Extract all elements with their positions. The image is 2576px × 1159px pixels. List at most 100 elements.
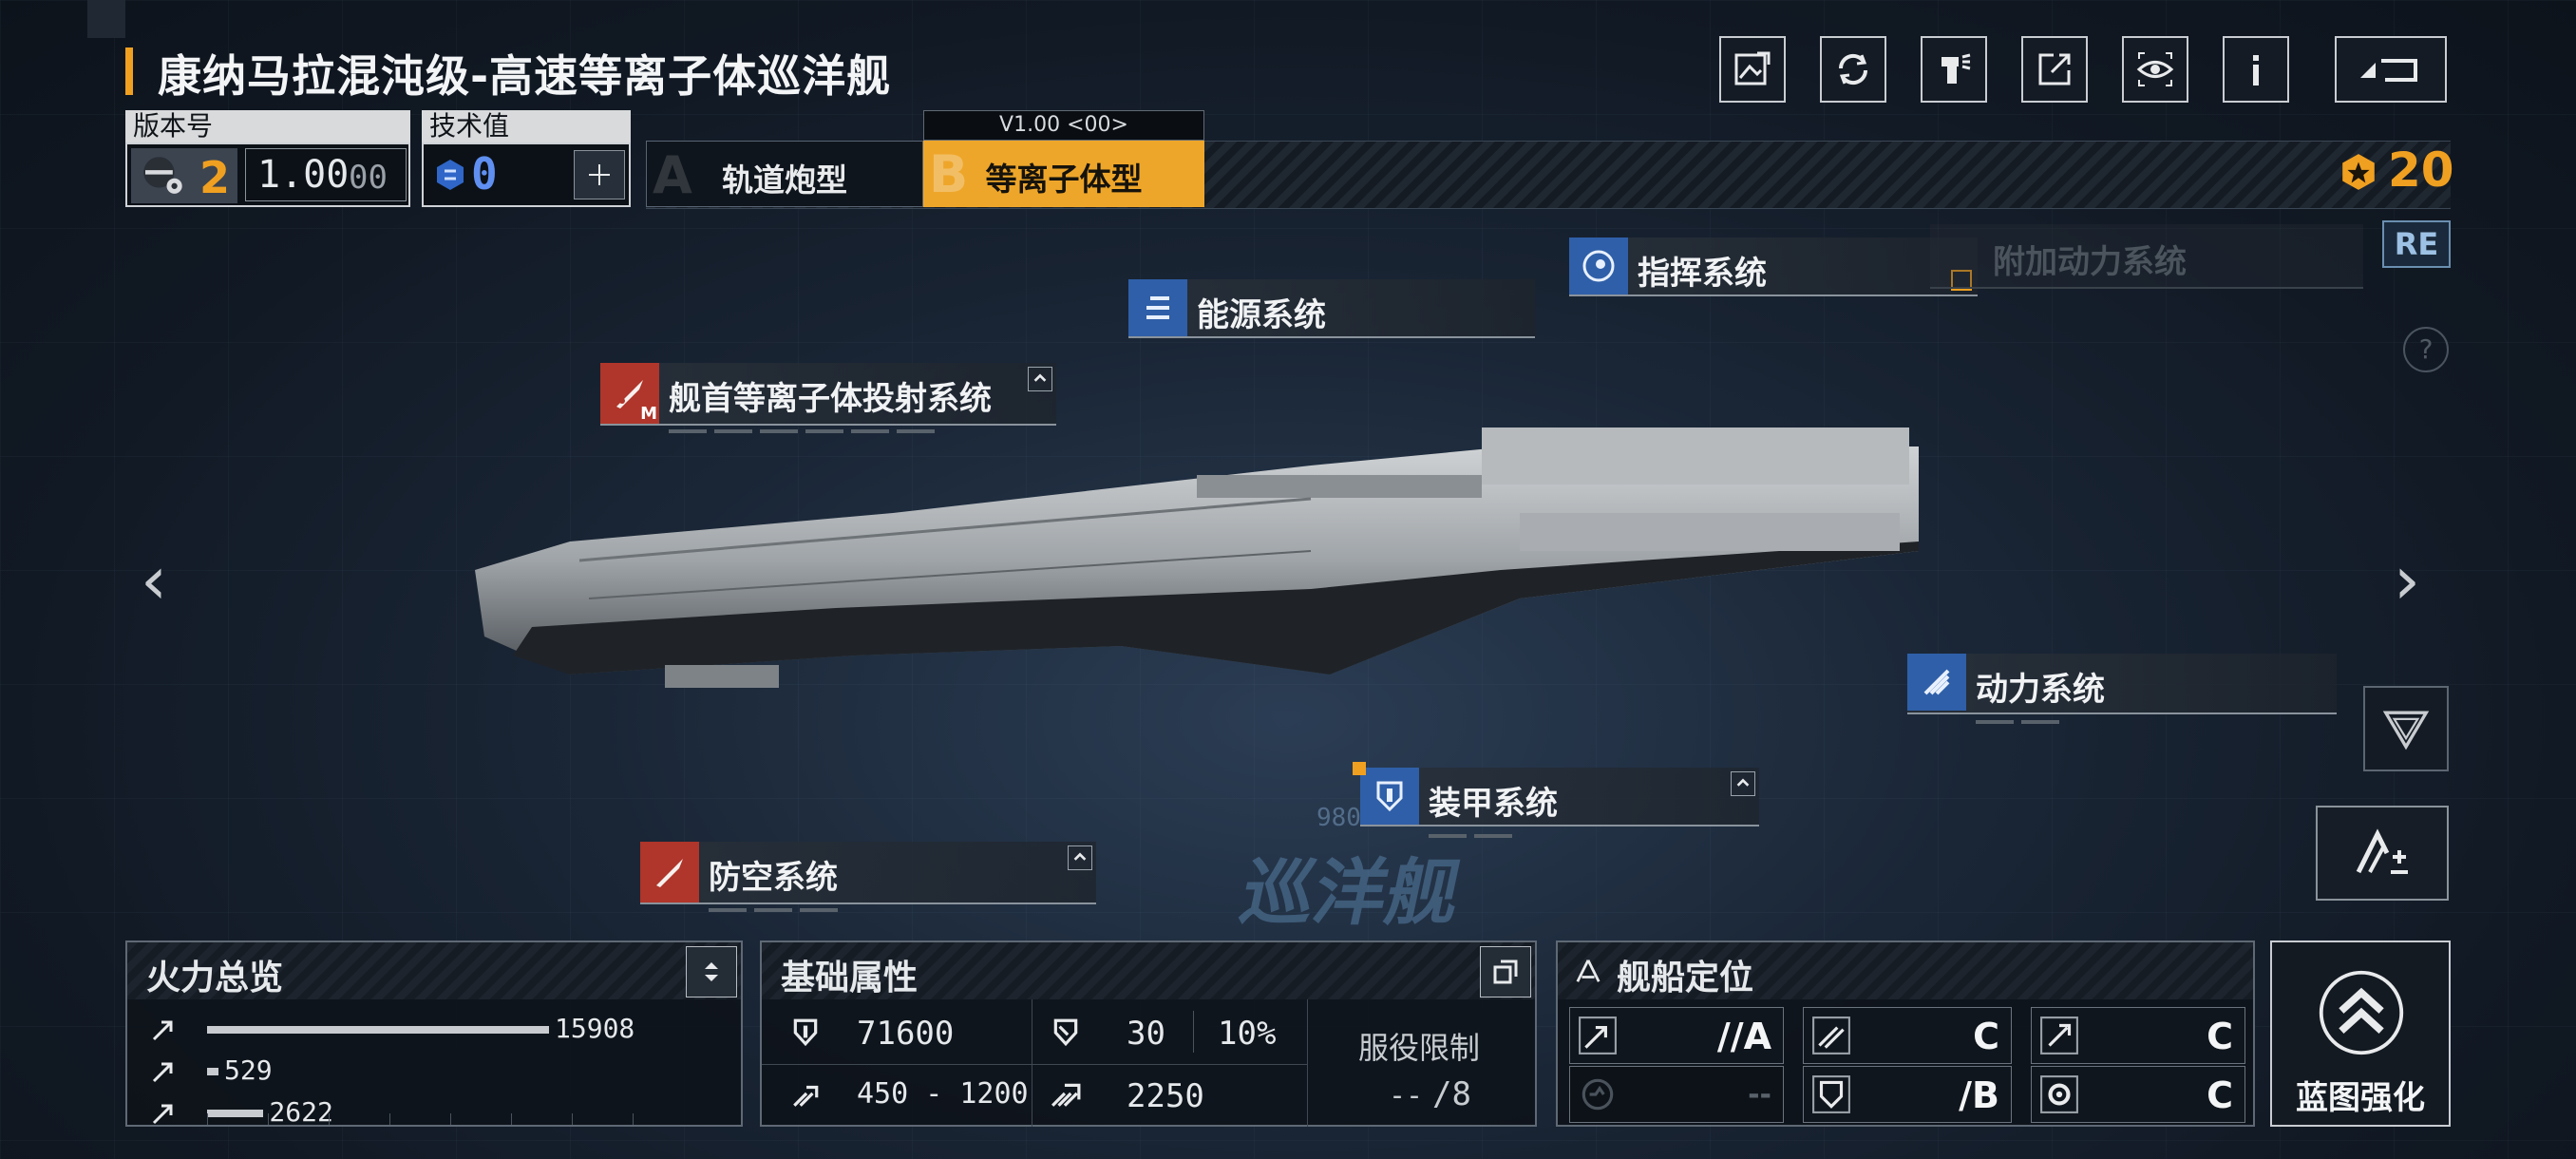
- help-button[interactable]: ?: [2403, 327, 2449, 372]
- tab-a-label: 轨道炮型: [722, 162, 847, 199]
- firepower-ruler-tick: [389, 1113, 390, 1125]
- version-box: 2 1.00 00: [125, 142, 410, 207]
- type-version-tag: V1.00 <00>: [923, 110, 1204, 141]
- corner-mark: [87, 0, 125, 38]
- system-anti-air[interactable]: 防空系统: [640, 842, 1096, 912]
- currency-icon: [2342, 154, 2375, 190]
- tab-b-label: 等离子体型: [985, 161, 1143, 198]
- warp-speed-icon: [1051, 1083, 1081, 1107]
- bow-plasma-icon: M: [600, 363, 659, 424]
- warp-value: 2250: [1127, 1077, 1204, 1115]
- version-number: 1.00 00: [245, 148, 407, 201]
- share-image-button[interactable]: [1719, 36, 1786, 103]
- support-role-icon: [1582, 1078, 1614, 1111]
- firepower-ruler-tick: [329, 1113, 330, 1125]
- anti-air-system-icon: [640, 842, 699, 902]
- power-system-label: 动力系统: [1976, 671, 2105, 709]
- double-chevron-up-icon: [2319, 970, 2404, 1055]
- role-grade-2: C: [1973, 1016, 1999, 1057]
- system-command[interactable]: 指挥系统: [1569, 238, 1978, 296]
- firepower-value: 2622: [269, 1096, 333, 1128]
- tech-chip-icon: [437, 160, 464, 190]
- tab-type-a[interactable]: A 轨道炮型: [646, 141, 923, 207]
- tech-label: 技术值: [422, 110, 631, 142]
- base-attributes-title: 基础属性: [781, 959, 919, 998]
- system-power[interactable]: 动力系统: [1907, 654, 2337, 724]
- version-sub: 00: [349, 159, 388, 197]
- command-system-label: 指挥系统: [1638, 255, 1767, 293]
- prev-ship-arrow[interactable]: ‹: [141, 542, 167, 619]
- view-button[interactable]: [2122, 36, 2188, 103]
- bow-plasma-slots: [669, 429, 935, 433]
- blueprint-upgrade-button[interactable]: 蓝图强化: [2270, 940, 2451, 1127]
- tech-add-button[interactable]: [574, 150, 625, 200]
- plus-icon: [589, 164, 610, 185]
- next-ship-arrow[interactable]: ›: [2394, 542, 2420, 619]
- bow-plasma-label: 舰首等离子体投射系统: [669, 380, 992, 418]
- expand-collapse-icon: [705, 962, 718, 981]
- tier-upgrade-button[interactable]: [2316, 806, 2449, 901]
- system-armor[interactable]: 装甲系统: [1353, 762, 1759, 838]
- armor-value: 30: [1127, 1015, 1165, 1053]
- command-system-icon: [1569, 238, 1628, 294]
- aux-power-label: 附加动力系统: [1993, 243, 2187, 281]
- export-button[interactable]: [2021, 36, 2088, 103]
- version-label: 版本号: [125, 110, 410, 142]
- speed-cell: 450 - 1200: [762, 1064, 1032, 1127]
- firepower-value: 529: [224, 1054, 273, 1086]
- system-bow-plasma[interactable]: M 舰首等离子体投射系统: [600, 363, 1056, 433]
- armor-value-icon: [1053, 1018, 1078, 1047]
- upgrade-chevron-icon: [1028, 367, 1052, 391]
- version-value: 1.00: [257, 153, 350, 197]
- anti-ship-role-icon: [1812, 1016, 1850, 1054]
- energy-system-label: 能源系统: [1197, 296, 1326, 334]
- version-level: 2: [199, 152, 231, 203]
- window-icon: [1493, 960, 1518, 984]
- base-attributes-window-button[interactable]: [1480, 946, 1531, 998]
- formation-button[interactable]: [2363, 686, 2449, 771]
- firepower-ruler-tick: [572, 1113, 573, 1125]
- info-button[interactable]: [2223, 36, 2289, 103]
- role-grade-5: /B: [1959, 1074, 1999, 1116]
- back-button[interactable]: [2335, 36, 2447, 103]
- firepower-value: 15908: [555, 1013, 635, 1044]
- refresh-button[interactable]: [1820, 36, 1886, 103]
- speed-value: 450 - 1200: [857, 1077, 1029, 1111]
- rank-up-icon: [2356, 828, 2408, 874]
- firepower-ruler-tick: [268, 1113, 269, 1125]
- firepower-bar: [207, 1068, 218, 1075]
- firepower-toggle-button[interactable]: [686, 946, 737, 998]
- currency-value: 20: [2388, 142, 2454, 198]
- armor-system-label: 装甲系统: [1429, 785, 1558, 823]
- export-icon: [2038, 53, 2071, 86]
- hp-value: 71600: [857, 1015, 955, 1053]
- role-grade-1: //A: [1716, 1016, 1771, 1057]
- role-cell-6: C: [2031, 1066, 2245, 1123]
- firepower-bar: [207, 1026, 549, 1034]
- info-icon: [2253, 55, 2259, 86]
- system-energy[interactable]: 能源系统: [1128, 279, 1535, 338]
- firepower-anti-ship-icon: [152, 1020, 173, 1041]
- blueprint-upgrade-label: 蓝图强化: [2296, 1079, 2425, 1117]
- positioning-panel: 舰船定位 //A C C -- /B C: [1556, 940, 2255, 1127]
- role-cell-1: //A: [1569, 1007, 1784, 1064]
- anti-air-system-label: 防空系统: [709, 859, 838, 897]
- eye-view-icon: [2136, 52, 2174, 86]
- armor-marker: [1353, 762, 1366, 775]
- role-cell-2: C: [1803, 1007, 2012, 1064]
- re-button[interactable]: RE: [2382, 220, 2451, 268]
- role-cell-4: --: [1569, 1066, 1784, 1123]
- refresh-icon: [1838, 53, 1868, 86]
- tab-type-b[interactable]: B 等离子体型: [923, 141, 1204, 207]
- system-aux-power[interactable]: 附加动力系统: [1930, 224, 2363, 289]
- role-grade-6: C: [2207, 1074, 2233, 1116]
- base-attributes-panel: 基础属性 71600 30 10% 450 - 1200 2250 服役限制 -…: [760, 940, 1537, 1127]
- firepower-siege-icon: [152, 1104, 173, 1125]
- armor-cell: 30 10%: [1032, 999, 1308, 1065]
- armor-system-icon: [1360, 768, 1419, 825]
- hp-cell: 71600: [762, 999, 1032, 1065]
- firepower-ruler-tick: [511, 1113, 512, 1125]
- paint-button[interactable]: [1921, 36, 1987, 103]
- ship-title: 康纳马拉混沌级-高速等离子体巡洋舰: [158, 50, 892, 102]
- firepower-panel: 火力总览 15908 529 2622: [125, 940, 743, 1128]
